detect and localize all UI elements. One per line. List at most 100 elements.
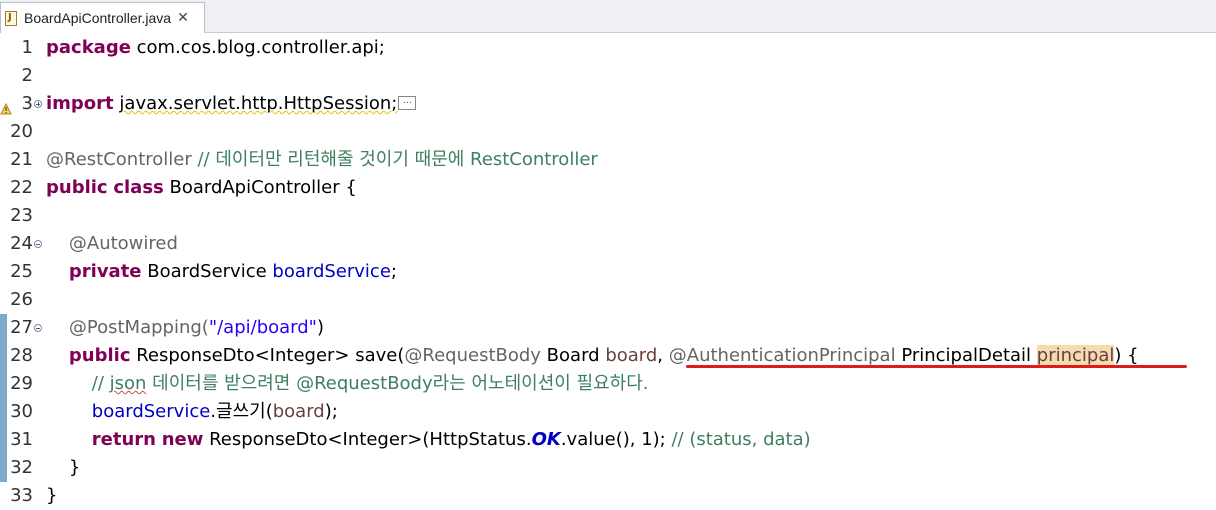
line-number: 25: [10, 261, 33, 282]
red-annotation-underline: [686, 365, 1187, 368]
code-token: // (status, data): [671, 429, 811, 450]
code-text[interactable]: // json 데이터를 받으려면 @RequestBody라는 어노테이션이 …: [46, 370, 649, 398]
code-line[interactable]: 32 }: [0, 454, 1216, 482]
code-token: class: [113, 177, 164, 198]
code-token: boardService: [91, 401, 211, 422]
line-number: 27: [10, 317, 33, 338]
line-number: 32: [10, 457, 33, 478]
code-token: ResponseDto<Integer>(HttpStatus.: [203, 429, 532, 450]
code-text[interactable]: }: [46, 454, 80, 482]
code-line[interactable]: 23: [0, 202, 1216, 230]
code-token: );: [324, 401, 338, 422]
code-line[interactable]: 2: [0, 62, 1216, 90]
code-token: }: [46, 457, 81, 478]
code-token: ResponseDto<Integer> save(: [130, 345, 405, 366]
code-text[interactable]: boardService.글쓰기(board);: [46, 398, 338, 426]
code-token: OK: [531, 429, 561, 450]
code-line[interactable]: 25 private BoardService boardService;: [0, 258, 1216, 286]
close-icon[interactable]: ✕: [177, 10, 189, 26]
code-token: public: [68, 345, 131, 366]
code-line[interactable]: 26: [0, 286, 1216, 314]
line-number: 1: [21, 37, 33, 58]
java-file-icon: J: [4, 10, 18, 26]
line-number: 28: [10, 345, 33, 366]
code-text[interactable]: private BoardService boardService;: [46, 258, 397, 286]
code-token: board: [605, 345, 658, 366]
code-token: //: [46, 373, 110, 394]
collapse-fold-icon[interactable]: [34, 324, 42, 332]
line-number: 30: [10, 401, 33, 422]
code-token: ;: [390, 261, 397, 282]
code-text[interactable]: return new ResponseDto<Integer>(HttpStat…: [46, 426, 811, 454]
code-token: @RestController: [46, 149, 192, 170]
code-token: PrincipalDetail: [895, 345, 1037, 366]
code-line[interactable]: 27 @PostMapping("/api/board"): [0, 314, 1216, 342]
code-token: return: [91, 429, 156, 450]
line-number: 23: [10, 205, 33, 226]
code-token: private: [68, 261, 142, 282]
code-token: public: [46, 177, 108, 198]
line-number: 26: [10, 289, 33, 310]
code-line[interactable]: 24 @Autowired: [0, 230, 1216, 258]
code-text[interactable]: package com.cos.blog.controller.api;: [46, 34, 385, 62]
code-token: .value(), 1);: [560, 429, 672, 450]
collapsed-imports-box[interactable]: …: [398, 96, 417, 110]
code-line[interactable]: 22 public class BoardApiController {: [0, 174, 1216, 202]
line-number: 31: [10, 429, 33, 450]
code-line[interactable]: 33}: [0, 482, 1216, 510]
code-line[interactable]: 20: [0, 118, 1216, 146]
code-text[interactable]: @PostMapping("/api/board"): [46, 314, 324, 342]
collapse-fold-icon[interactable]: [34, 240, 42, 248]
code-token: "/api/board": [208, 317, 317, 338]
tab-label: BoardApiController.java: [24, 10, 172, 26]
code-token: json: [109, 373, 147, 394]
code-text[interactable]: public class BoardApiController {: [46, 174, 357, 202]
code-token: .글쓰기(: [210, 401, 273, 422]
expand-fold-icon[interactable]: [34, 100, 42, 108]
code-token: @PostMapping(: [46, 317, 209, 338]
line-number: 21: [10, 149, 33, 170]
code-token: import: [46, 93, 114, 114]
code-token: javax.servlet.http.HttpSession;: [119, 93, 398, 114]
code-line[interactable]: 30 boardService.글쓰기(board);: [0, 398, 1216, 426]
code-token: boardService: [272, 261, 391, 282]
code-token: Board: [540, 345, 606, 366]
code-line[interactable]: 29 // json 데이터를 받으려면 @RequestBody라는 어노테이…: [0, 370, 1216, 398]
code-line[interactable]: 21 @RestController // 데이터만 리턴해줄 것이기 때문에 R…: [0, 146, 1216, 174]
code-text[interactable]: import javax.servlet.http.HttpSession;…: [46, 90, 417, 118]
code-token: ) {: [1114, 345, 1139, 366]
line-number: 22: [10, 177, 33, 198]
code-line[interactable]: 31 return new ResponseDto<Integer>(HttpS…: [0, 426, 1216, 454]
code-token: }: [46, 485, 58, 506]
code-token: board: [272, 401, 325, 422]
line-number: 24: [10, 233, 33, 254]
line-number: 20: [10, 121, 33, 142]
code-editor[interactable]: 1 package com.cos.blog.controller.api; 2 3 i…: [0, 34, 1216, 510]
tab-boardapicontroller[interactable]: J BoardApiController.java ✕: [0, 2, 205, 33]
code-token: @RequestBody: [404, 345, 541, 366]
code-token: ,: [657, 345, 669, 366]
code-text[interactable]: @Autowired: [46, 230, 178, 258]
line-number: 29: [10, 373, 33, 394]
line-number: 2: [21, 65, 33, 86]
code-token: @AuthenticationPrincipal: [668, 345, 896, 366]
code-token: principal: [1036, 345, 1115, 366]
code-token: @Autowired: [46, 233, 178, 254]
code-token: ): [316, 317, 324, 338]
code-line[interactable]: 3 import javax.servlet.http.HttpSession;…: [0, 90, 1216, 118]
code-text[interactable]: }: [46, 482, 57, 510]
code-token: com.cos.blog.controller.api;: [130, 37, 385, 58]
code-text[interactable]: @RestController // 데이터만 리턴해줄 것이기 때문에 Res…: [46, 146, 598, 174]
code-token: BoardService: [141, 261, 273, 282]
code-token: // 데이터만 리턴해줄 것이기 때문에 RestController: [191, 149, 598, 170]
code-line[interactable]: 1 package com.cos.blog.controller.api;: [0, 34, 1216, 62]
code-token: package: [46, 37, 131, 58]
line-number: 33: [10, 485, 33, 506]
warning-icon[interactable]: [0, 96, 12, 115]
editor-tab-bar: J BoardApiController.java ✕: [0, 0, 1216, 33]
code-token: BoardApiController {: [163, 177, 357, 198]
